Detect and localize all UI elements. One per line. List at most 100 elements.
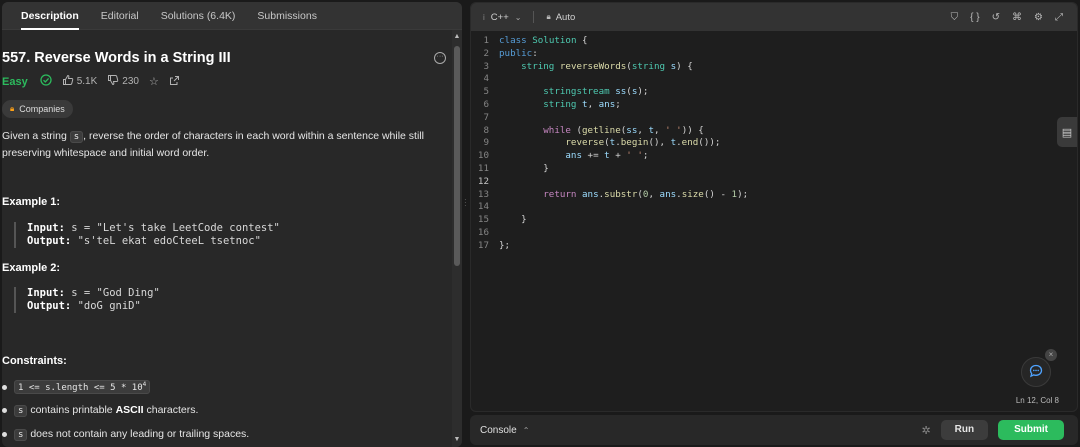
notes-side-tab[interactable]: ▤ [1057,117,1077,147]
line-number: 6 [483,98,489,110]
more-options-icon[interactable]: ··· [434,52,446,64]
code-line[interactable]: 7 [471,112,1077,125]
output-label: Output: [27,300,72,312]
line-number: 8 [483,124,489,136]
output-label: Output: [27,235,72,247]
code-text: ans += t + ' '; [565,150,649,162]
problem-meta: Easy 5.1K 230 ☆ [2,74,180,89]
line-number: 9 [483,137,489,149]
dislike-button[interactable]: 230 [107,74,139,89]
desc-text: Given a string [2,130,70,142]
bullet [2,431,7,437]
line-number: 4 [483,73,489,85]
inline-code: s [69,131,84,143]
code-text: string t, ans; [543,98,621,110]
reset-icon[interactable]: ↺ [992,12,1000,23]
line-number: 11 [477,162,489,174]
line-number: 13 [477,188,489,200]
bullet [2,384,7,390]
code-line[interactable]: 17}; [471,240,1077,253]
fullscreen-icon[interactable]: ⤢ [1055,12,1063,23]
constraint-item: s does not contain any leading or traili… [2,428,250,441]
auto-mode-toggle[interactable]: 🔒︎ Auto [546,12,575,23]
difficulty-badge: Easy [2,75,28,88]
scroll-thumb[interactable] [454,46,460,266]
console-label: Console [480,424,517,436]
code-line[interactable]: 14 [471,201,1077,214]
example-2-block: Input: s = "God Ding" Output: "doG gniD" [14,287,160,313]
bullet [2,407,7,413]
scroll-down-arrow-icon[interactable]: ▼ [452,435,462,445]
run-button[interactable]: Run [940,420,989,440]
code-text: public: [499,47,538,59]
tab-description[interactable]: Description [10,2,90,30]
share-icon[interactable] [169,75,180,89]
tab-editorial[interactable]: Editorial [90,2,150,30]
inline-code: s [14,429,28,441]
tab-submissions[interactable]: Submissions [246,2,328,30]
code-line[interactable]: 11 } [471,163,1077,176]
title-row: 557. Reverse Words in a String III ··· [2,48,446,68]
separator [533,11,535,23]
lock-icon: 🔒︎ [546,12,551,21]
line-number: 12 [477,175,489,187]
code-line[interactable]: 9 reverse(t.begin(), t.end()); [471,137,1077,150]
code-text: while (getline(ss, t, ' ')) { [543,124,704,136]
code-line[interactable]: 15 } [471,214,1077,227]
code-line[interactable]: 13 return ans.substr(0, ans.size() - 1); [471,189,1077,202]
code-text: reverse(t.begin(), t.end()); [565,137,721,149]
submit-button[interactable]: Submit [998,420,1064,440]
pane-resize-handle[interactable]: · · · [464,2,468,447]
bookmark-icon[interactable]: ⛉ [951,12,959,23]
like-button[interactable]: 5.1K [62,74,98,89]
debug-icon[interactable]: ✲ [921,424,930,437]
tab-solutions[interactable]: Solutions (6.4K) [150,2,247,30]
chat-button[interactable] [1021,357,1051,387]
line-number: 15 [477,214,489,226]
lock-icon: 🔒︎ [10,104,15,113]
star-icon[interactable]: ☆ [149,75,159,88]
dislike-count: 230 [122,76,139,87]
language-select[interactable]: i C++ ⌄ [483,12,521,23]
gear-icon[interactable]: ⚙ [1034,12,1043,23]
like-count: 5.1K [76,76,98,87]
braces-icon[interactable]: { } [970,12,979,23]
console-bar: Console ⌃ ✲ Run Submit [470,415,1078,445]
command-icon[interactable]: ⌘ [1012,12,1022,23]
chevron-up-icon: ⌃ [522,425,530,435]
code-line[interactable]: 3 string reverseWords(string s) { [471,61,1077,74]
chat-icon [1029,364,1043,381]
code-line[interactable]: 8 while (getline(ss, t, ' ')) { [471,125,1077,138]
code-line[interactable]: 5 stringstream ss(s); [471,86,1077,99]
code-line[interactable]: 6 string t, ans; [471,99,1077,112]
problem-description: Given a string s, reverse the order of c… [2,128,444,161]
constraint-text: does not contain any leading or trailing… [27,428,250,440]
solved-check-icon [40,74,52,89]
code-line[interactable]: 12 [471,176,1077,189]
problem-title[interactable]: 557. Reverse Words in a String III [2,50,231,66]
editor-toolbar: i C++ ⌄ 🔒︎ Auto ⛉ { } ↺ ⌘ ⚙ ⤢ [471,3,1077,31]
code-text: stringstream ss(s); [543,86,649,98]
companies-tag[interactable]: 🔒︎ Companies [2,100,73,118]
example-1-block: Input: s = "Let's take LeetCode contest"… [14,222,280,248]
description-scrollbar[interactable]: ▲ ▼ [452,30,462,447]
code-text: class Solution { [499,35,588,46]
code-line[interactable]: 4 [471,73,1077,86]
inline-code: s [14,405,28,417]
code-area[interactable]: 1 class Solution {2 public: 3 string revers… [471,35,1077,391]
language-label: C++ [490,11,509,23]
code-line[interactable]: 16 [471,227,1077,240]
description-content: 557. Reverse Words in a String III ··· E… [2,30,450,447]
scroll-up-arrow-icon[interactable]: ▲ [452,32,462,42]
constraint-text: contains printable [27,404,116,416]
editor-settings: i C++ ⌄ 🔒︎ Auto [483,11,575,23]
code-line[interactable]: 1 class Solution { [471,35,1077,48]
code-line[interactable]: 2 public: [471,48,1077,61]
code-line[interactable]: 10 ans += t + ' '; [471,150,1077,163]
cursor-position: Ln 12, Col 8 [1015,396,1059,405]
close-icon[interactable]: × [1045,349,1057,361]
inline-code: 1 <= s.length <= 5 * 104 [14,380,151,394]
console-toggle[interactable]: Console ⌃ [480,425,529,436]
description-panel: Description Editorial Solutions (6.4K) S… [2,2,462,447]
input-label: Input: [27,287,65,299]
